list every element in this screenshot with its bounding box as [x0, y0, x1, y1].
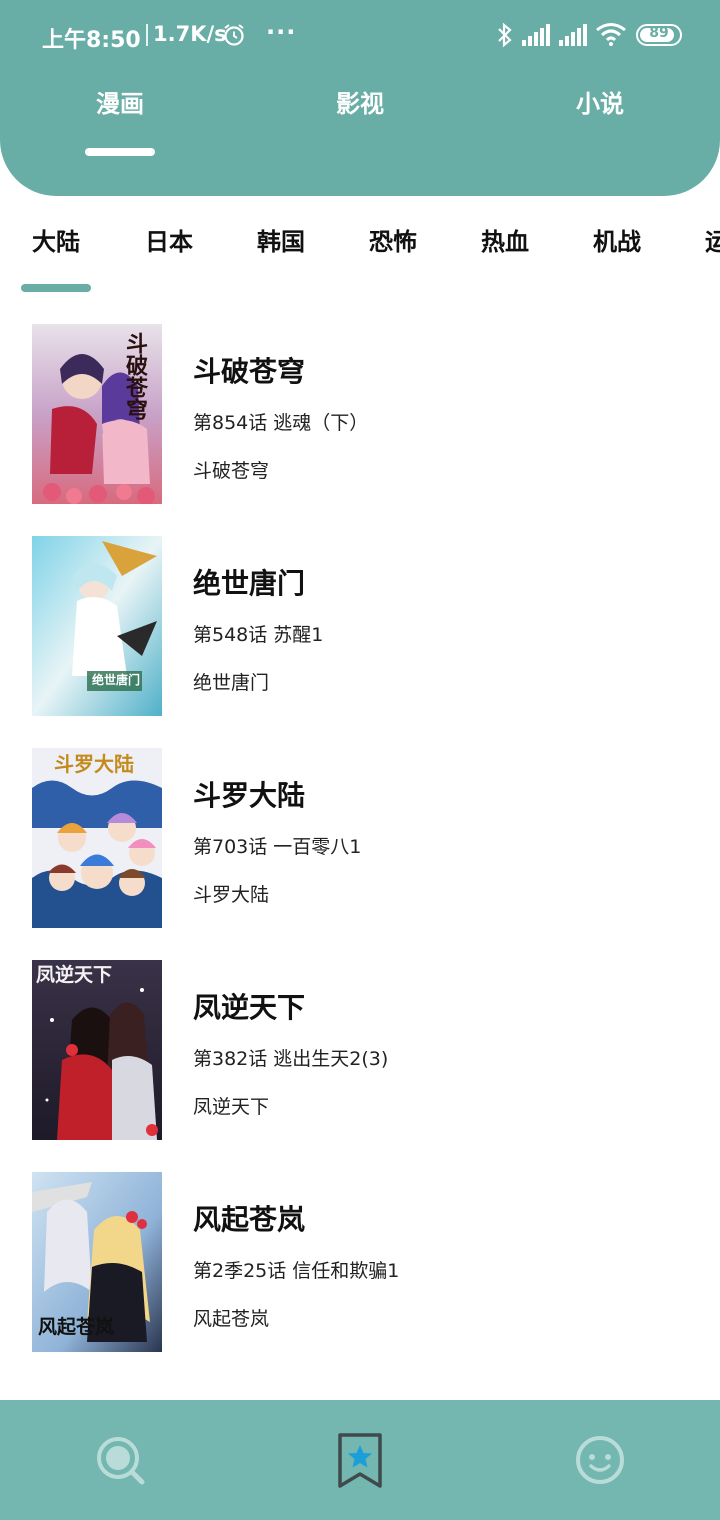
comic-cover-image[interactable]: 斗破苍穹	[32, 324, 162, 504]
signal-icon	[522, 24, 550, 46]
category-tab-horror[interactable]: 恐怖	[369, 222, 417, 257]
comic-latest-chapter: 第703话 一百零八1	[193, 836, 362, 858]
category-tab-korea[interactable]: 韩国	[257, 222, 305, 257]
category-tab-sports[interactable]: 运	[705, 222, 720, 257]
category-tab-mecha[interactable]: 机战	[593, 222, 641, 257]
cover-logo-text: 斗罗大陆	[54, 752, 134, 776]
comic-cover-image[interactable]: 凤逆天下	[32, 960, 162, 1140]
cover-art	[32, 960, 162, 1140]
comic-subtitle: 斗罗大陆	[193, 884, 270, 906]
category-tab-bar[interactable]: 大陆 日本 韩国 恐怖 热血 机战 运	[0, 222, 720, 266]
comic-title: 凤逆天下	[193, 991, 306, 1024]
comic-list-item[interactable]: 风起苍岚 风起苍岚 第2季25话 信任和欺骗1 风起苍岚	[32, 1172, 692, 1352]
cover-art	[32, 536, 162, 716]
category-tab-mainland[interactable]: 大陆	[32, 222, 80, 257]
status-separator	[146, 24, 148, 46]
comic-latest-chapter: 第854话 逃魂（下）	[193, 412, 369, 434]
cover-logo-text: 风起苍岚	[38, 1316, 115, 1338]
tab-comics[interactable]: 漫画	[60, 84, 180, 119]
search-icon	[97, 1437, 145, 1485]
nav-search-button[interactable]	[90, 1430, 150, 1490]
comic-latest-chapter: 第382话 逃出生天2(3)	[193, 1048, 389, 1070]
cover-logo-text: 斗破苍穹	[122, 332, 148, 420]
comic-cover-image[interactable]: 绝世唐门	[32, 536, 162, 716]
battery-icon: 89	[636, 24, 682, 46]
nav-profile-button[interactable]	[570, 1430, 630, 1490]
cover-logo-text: 绝世唐门	[92, 673, 141, 687]
bluetooth-icon	[498, 22, 512, 48]
comic-latest-chapter: 第2季25话 信任和欺骗1	[193, 1260, 400, 1282]
comic-title: 风起苍岚	[193, 1203, 306, 1236]
top-tab-indicator	[85, 148, 155, 156]
comic-subtitle: 风起苍岚	[193, 1308, 270, 1330]
status-time: 上午8:50	[42, 28, 141, 53]
comic-latest-chapter: 第548话 苏醒1	[193, 624, 324, 646]
comic-subtitle: 凤逆天下	[193, 1096, 270, 1118]
signal-icon	[559, 24, 587, 46]
comic-list-item[interactable]: 斗罗大陆 斗罗大陆 第703话 一百零八1 斗罗大陆	[32, 748, 692, 928]
comic-list-item[interactable]: 绝世唐门 绝世唐门 第548话 苏醒1 绝世唐门	[32, 536, 692, 716]
status-more-dots: ···	[266, 18, 297, 46]
smiley-icon	[576, 1436, 624, 1484]
nav-bookshelf-button[interactable]	[330, 1430, 390, 1490]
comic-list-item[interactable]: 凤逆天下 凤逆天下 第382话 逃出生天2(3) 凤逆天下	[32, 960, 692, 1140]
comic-subtitle: 绝世唐门	[193, 672, 270, 694]
tab-novel[interactable]: 小说	[540, 84, 660, 119]
bookmark-star-icon	[338, 1433, 382, 1488]
alarm-icon	[224, 24, 244, 46]
battery-percent: 89	[649, 25, 669, 41]
app-header: 上午8:50 1.7K/s ··· 89 漫画 影视 小说	[0, 0, 720, 196]
category-tab-japan[interactable]: 日本	[145, 222, 193, 257]
comic-subtitle: 斗破苍穹	[193, 460, 270, 482]
top-tab-bar: 漫画 影视 小说	[0, 84, 720, 134]
comic-cover-image[interactable]: 风起苍岚	[32, 1172, 162, 1352]
cover-logo-text: 凤逆天下	[36, 964, 113, 986]
comic-cover-image[interactable]: 斗罗大陆	[32, 748, 162, 928]
tab-video[interactable]: 影视	[300, 84, 420, 119]
comic-title: 绝世唐门	[193, 567, 306, 600]
comic-list-item[interactable]: 斗破苍穹 斗破苍穹 第854话 逃魂（下） 斗破苍穹	[32, 324, 692, 504]
category-tab-indicator	[21, 284, 91, 292]
status-bar: 上午8:50 1.7K/s ··· 89	[0, 0, 720, 70]
status-net-speed: 1.7K/s	[153, 22, 227, 46]
category-tab-hotblood[interactable]: 热血	[481, 222, 529, 257]
comic-title: 斗破苍穹	[193, 355, 306, 388]
wifi-icon	[596, 23, 626, 46]
bottom-navigation	[0, 1400, 720, 1520]
comic-title: 斗罗大陆	[193, 779, 306, 812]
